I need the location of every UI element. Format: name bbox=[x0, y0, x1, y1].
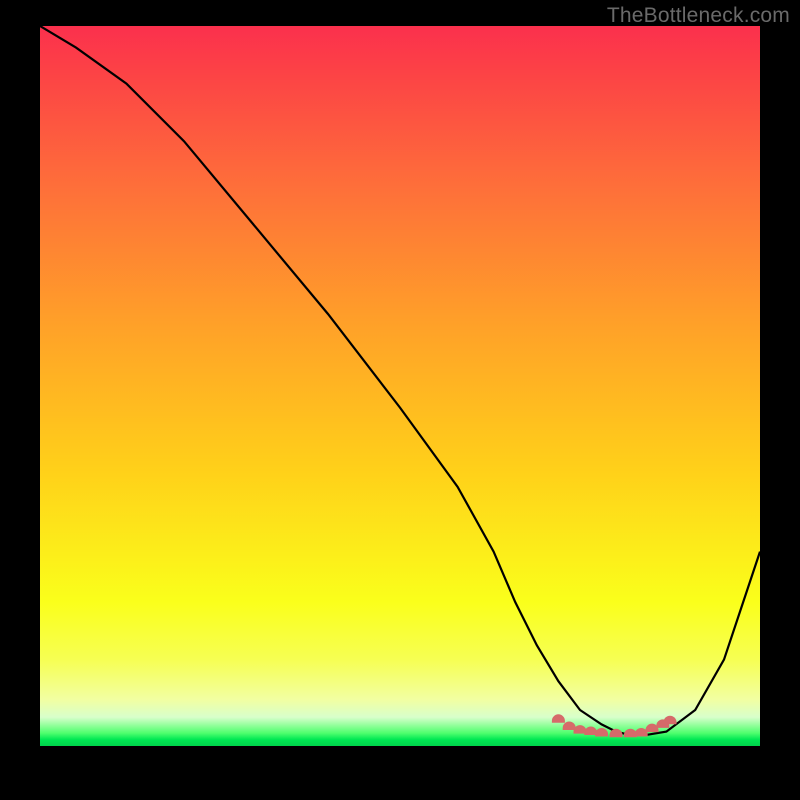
chart-plot-area bbox=[40, 26, 760, 746]
watermark-text: TheBottleneck.com bbox=[607, 4, 790, 28]
chart-background-gradient bbox=[40, 26, 760, 746]
